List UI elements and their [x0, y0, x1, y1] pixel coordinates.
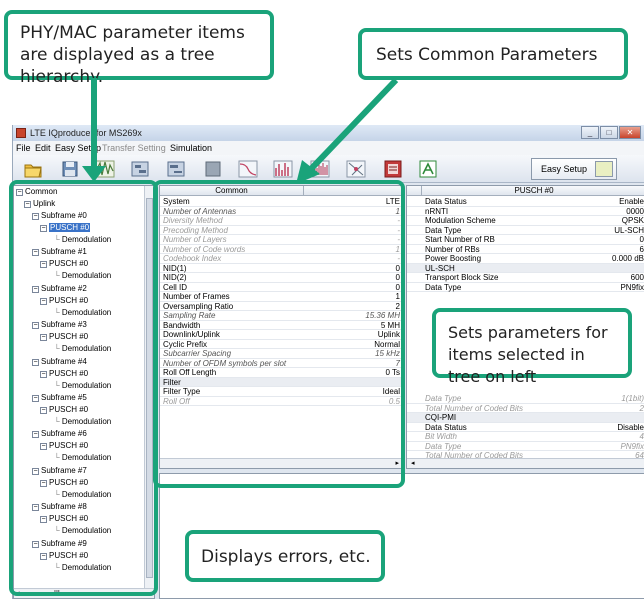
grid-row-label: Data Type [425, 282, 462, 292]
arrow-to-tree [82, 78, 106, 182]
menu-simulation[interactable]: Simulation [170, 143, 212, 153]
grid-row-label: Power Boosting [425, 254, 482, 263]
grid-row[interactable]: UL-SCH [407, 263, 644, 273]
grid-row[interactable]: Transport Block Size 600 [407, 273, 644, 283]
callout-items-text: Sets parameters for items selected in tr… [448, 323, 608, 386]
grid-row-label: nRNTI [425, 206, 449, 216]
grid-row[interactable]: Number of RBs 6 [407, 244, 644, 255]
grid-row-label: Data Type [425, 394, 462, 403]
app-icon [16, 128, 26, 138]
grid-row-value[interactable]: Disable [617, 423, 644, 433]
grid-row-value[interactable]: 600 [631, 273, 644, 283]
grid-row-value[interactable]: QPSK [622, 216, 644, 226]
screenshot-stage: { "window": { "title": "LTE IQproducer f… [0, 0, 644, 599]
grid-row-value[interactable]: 0 [640, 235, 644, 245]
grid-row-label: Data Type [425, 225, 462, 235]
grid-row[interactable]: CQI-PMI [407, 413, 644, 423]
grid-row[interactable]: nRNTI 0000 [407, 206, 644, 217]
grid-row-value[interactable]: UL-SCH [614, 226, 644, 236]
ofdm-icon[interactable] [130, 159, 150, 179]
grid-row-label: UL-SCH [425, 263, 455, 273]
callout-errors-text: Displays errors, etc. [201, 547, 371, 567]
grid-row[interactable]: Data Type PN9fix [407, 441, 644, 452]
pusch-header: PUSCH #0 [421, 186, 644, 196]
callout-tree-text: PHY/MAC parameter items are displayed as… [20, 23, 245, 87]
grid-row-value[interactable]: 1(1bit) [621, 394, 644, 404]
grid-row-label: Bit Width [425, 432, 457, 441]
grid-row-label: Data Type [425, 441, 462, 451]
minimize-button[interactable]: _ [581, 126, 599, 139]
export-icon[interactable] [418, 159, 438, 179]
easy-setup-button[interactable]: Easy Setup [531, 158, 617, 180]
callout-common: Sets Common Parameters [358, 28, 628, 80]
menu-file[interactable]: File [16, 143, 31, 153]
callout-items: Sets parameters for items selected in tr… [432, 308, 632, 386]
menu-edit[interactable]: Edit [35, 143, 51, 153]
grid-row[interactable]: Data Type UL-SCH [407, 225, 644, 236]
grid-row-label: Data Status [425, 422, 467, 432]
grid-row-value[interactable]: PN9fix [620, 283, 644, 293]
grid-row[interactable]: Power Boosting 0.000 dB [407, 254, 644, 264]
menu-transfer-setting[interactable]: Transfer Setting [102, 143, 166, 153]
pusch-horizontal-scrollbar[interactable]: ◂ [407, 458, 644, 468]
scroll-left-icon[interactable]: ◂ [411, 459, 415, 467]
common-highlight-frame [153, 180, 405, 488]
grid-row[interactable]: Data Type 1(1bit) [407, 394, 644, 404]
grid-row-value[interactable]: 0.000 dB [612, 254, 644, 264]
callout-common-text: Sets Common Parameters [376, 45, 598, 65]
ofdm-ul-icon[interactable] [166, 159, 186, 179]
grid-row-value[interactable]: PN9fix [620, 442, 644, 452]
grid-row-label: Total Number of Coded Bits [425, 403, 523, 413]
callout-tree: PHY/MAC parameter items are displayed as… [4, 10, 274, 87]
grid-row-label: Data Status [425, 197, 467, 206]
callout-errors: Displays errors, etc. [185, 530, 385, 582]
open-icon[interactable] [23, 159, 43, 179]
grid-row[interactable]: Total Number of Coded Bits 2 [407, 403, 644, 414]
grid-row[interactable]: Start Number of RB 0 [407, 235, 644, 245]
grid-row-label: Modulation Scheme [425, 216, 496, 225]
grid-row[interactable]: Data Status Disable [407, 422, 644, 433]
close-button[interactable]: ✕ [619, 126, 641, 139]
grid-row-value[interactable]: 6 [640, 245, 644, 255]
grid-row[interactable]: Bit Width 4 [407, 432, 644, 442]
grid-row[interactable]: Data Status Enable [407, 197, 644, 207]
stop-icon[interactable] [203, 159, 223, 179]
easy-setup-label: Easy Setup [541, 164, 588, 174]
ccdf-icon[interactable] [238, 159, 258, 179]
maximize-button[interactable]: □ [600, 126, 618, 139]
arrow-to-common [296, 77, 399, 184]
grid-row-label: Start Number of RB [425, 235, 495, 244]
grid-row-value[interactable]: 2 [640, 404, 644, 414]
easy-setup-icon [595, 161, 613, 177]
pusch-header-gutter [407, 186, 421, 196]
grid-row-value[interactable]: 0000 [626, 207, 644, 217]
fft-icon[interactable] [273, 159, 293, 179]
grid-row[interactable]: Data Type PN9fix [407, 282, 644, 293]
grid-row-label: CQI-PMI [425, 413, 457, 422]
tree-highlight-frame [9, 180, 158, 596]
grid-row-label: Transport Block Size [425, 273, 499, 282]
grid-row-label: Number of RBs [425, 244, 480, 254]
grid-row[interactable]: Modulation Scheme QPSK [407, 216, 644, 226]
save-icon[interactable] [60, 159, 80, 179]
grid-row-value[interactable]: 4 [640, 432, 644, 442]
grid-row-value[interactable]: Enable [619, 197, 644, 207]
